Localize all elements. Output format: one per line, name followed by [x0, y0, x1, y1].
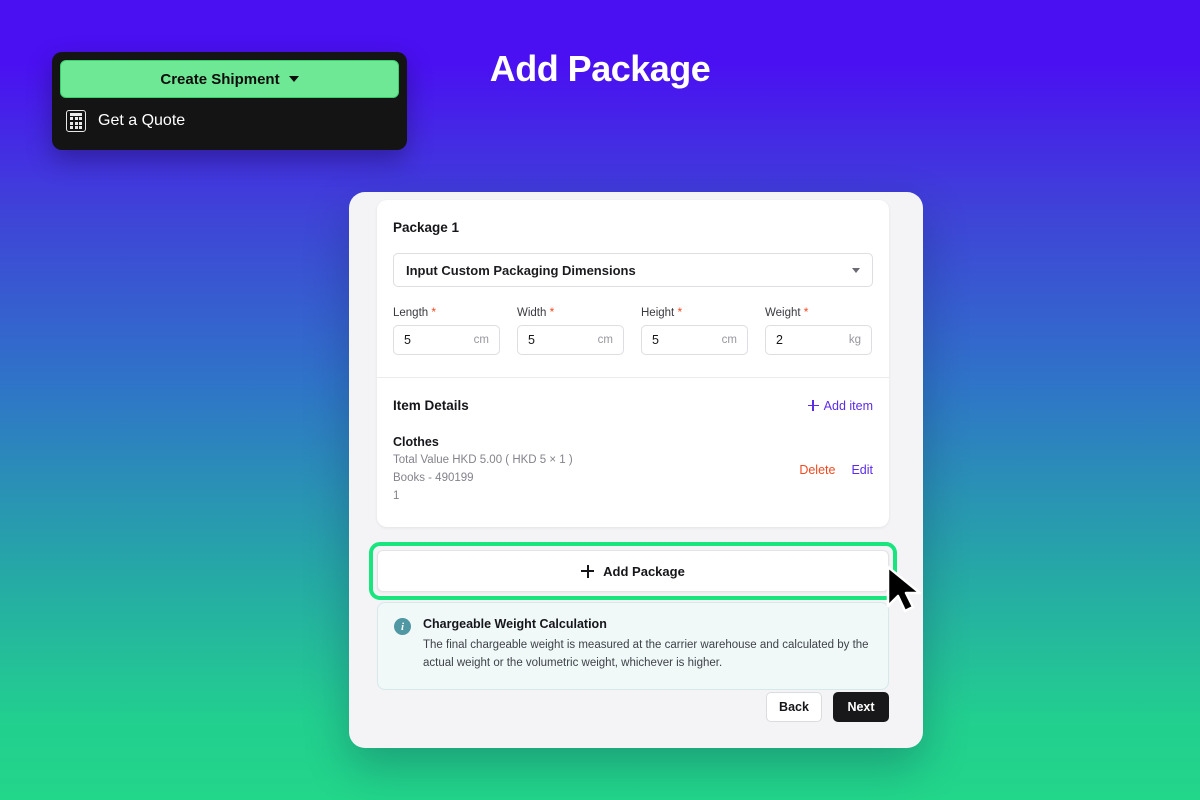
menu-item-label: Get a Quote: [98, 112, 186, 129]
item-row: Clothes Total Value HKD 5.00 ( HKD 5 × 1…: [393, 435, 873, 505]
chevron-down-icon: [852, 267, 860, 273]
weight-value: 2: [776, 333, 783, 347]
field-length: Length * 5 cm: [393, 305, 500, 355]
field-label: Width *: [517, 305, 624, 319]
callout-title: Chargeable Weight Calculation: [423, 617, 607, 631]
item-details-header: Item Details Add item: [393, 398, 873, 413]
menu-item-get-a-quote[interactable]: Get a Quote: [60, 98, 399, 142]
length-input[interactable]: 5 cm: [393, 325, 500, 355]
add-package-button[interactable]: Add Package: [377, 550, 889, 592]
field-label-text: Weight: [765, 307, 801, 319]
field-label-text: Length: [393, 307, 429, 319]
field-label-text: Height: [641, 307, 675, 319]
add-item-button[interactable]: Add item: [807, 398, 873, 413]
required-marker: *: [431, 305, 437, 319]
field-weight: Weight * 2 kg: [765, 305, 872, 355]
weight-input[interactable]: 2 kg: [765, 325, 872, 355]
field-label: Weight *: [765, 305, 872, 319]
required-marker: *: [677, 305, 683, 319]
packaging-type-value: Input Custom Packaging Dimensions: [406, 262, 636, 278]
callout-text: Chargeable Weight Calculation The final …: [423, 617, 872, 673]
packaging-type-select[interactable]: Input Custom Packaging Dimensions: [393, 253, 873, 287]
required-marker: *: [549, 305, 555, 319]
dimension-fields: Length * 5 cm Width * 5 cm Height * 5 cm…: [393, 305, 873, 355]
length-value: 5: [404, 333, 411, 347]
callout-body: The final chargeable weight is measured …: [423, 639, 869, 670]
field-height: Height * 5 cm: [641, 305, 748, 355]
chevron-down-icon: [288, 76, 299, 82]
package-dimensions-section: Package 1 Input Custom Packaging Dimensi…: [377, 200, 889, 377]
add-package-label: Add Package: [603, 563, 685, 579]
field-width: Width * 5 cm: [517, 305, 624, 355]
field-label-text: Width: [517, 307, 547, 319]
add-item-label: Add item: [823, 398, 873, 413]
width-input[interactable]: 5 cm: [517, 325, 624, 355]
item-category: Books - 490199: [393, 471, 474, 484]
create-shipment-button[interactable]: Create Shipment: [60, 60, 399, 98]
add-package-area: Add Package: [369, 542, 897, 600]
calculator-icon: [66, 110, 86, 132]
next-button[interactable]: Next: [833, 692, 889, 722]
plus-icon: [581, 564, 595, 578]
required-marker: *: [803, 305, 809, 319]
plus-icon: [807, 400, 819, 411]
length-unit: cm: [473, 334, 489, 346]
info-icon: i: [394, 618, 411, 635]
back-button[interactable]: Back: [766, 692, 822, 722]
height-value: 5: [652, 333, 659, 347]
nav-dropdown-menu: Create Shipment Get a Quote: [52, 52, 407, 150]
height-unit: cm: [721, 334, 737, 346]
item-name: Clothes: [393, 435, 439, 449]
item-details-heading: Item Details: [393, 398, 469, 413]
height-input[interactable]: 5 cm: [641, 325, 748, 355]
item-quantity: 1: [393, 489, 400, 502]
package-title: Package 1: [393, 220, 460, 235]
width-unit: cm: [597, 334, 613, 346]
create-shipment-label: Create Shipment: [160, 70, 280, 88]
field-label: Height *: [641, 305, 748, 319]
delete-item-button[interactable]: Delete: [799, 463, 835, 477]
chargeable-weight-callout: i Chargeable Weight Calculation The fina…: [377, 602, 889, 690]
item-total-value: Total Value HKD 5.00 ( HKD 5 × 1 ): [393, 454, 573, 466]
package-panel: Package 1 Input Custom Packaging Dimensi…: [377, 200, 889, 528]
field-label: Length *: [393, 305, 500, 319]
weight-unit: kg: [848, 334, 861, 346]
item-actions: Delete Edit: [799, 463, 873, 477]
item-info: Clothes Total Value HKD 5.00 ( HKD 5 × 1…: [393, 435, 573, 505]
add-package-card: Package 1 Input Custom Packaging Dimensi…: [349, 192, 923, 748]
width-value: 5: [528, 333, 535, 347]
form-footer: Back Next: [766, 692, 889, 722]
edit-item-button[interactable]: Edit: [851, 463, 873, 477]
item-details-section: Item Details Add item Clothes Total Valu…: [377, 378, 889, 527]
